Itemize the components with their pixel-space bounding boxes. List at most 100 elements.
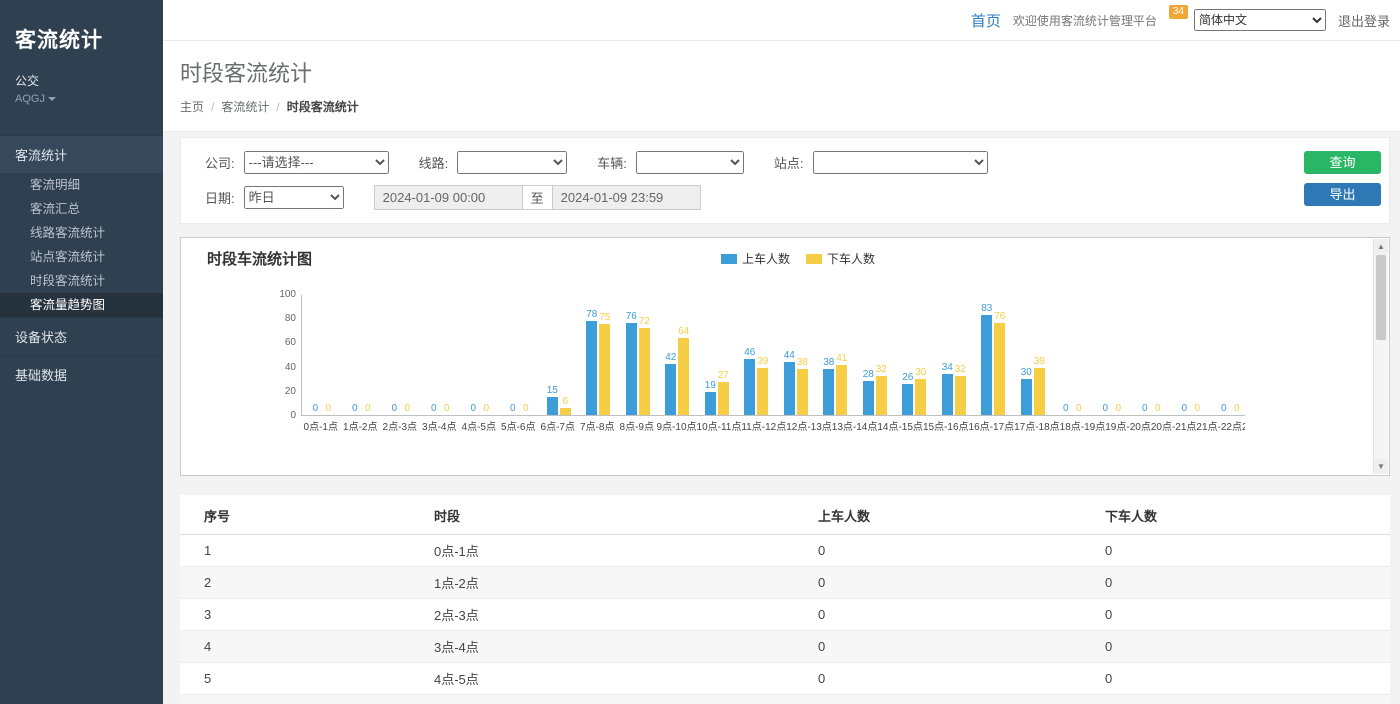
x-axis-label: 1点-2点 — [341, 418, 381, 433]
home-link[interactable]: 首页 — [971, 10, 1001, 31]
bar-value-label: 41 — [836, 353, 847, 364]
y-axis-tick: 20 — [285, 386, 296, 397]
bar-column: 78 — [586, 295, 597, 415]
bar-column: 76 — [626, 295, 637, 415]
content-area: 公司: ---请选择--- 线路: 车辆: 站点: 日期: 昨日 至 — [163, 132, 1400, 704]
y-axis-tick: 60 — [285, 337, 296, 348]
date-end-input[interactable] — [552, 185, 701, 210]
bar-group: 3432 — [934, 295, 974, 415]
table-cell: 0 — [794, 599, 1081, 631]
topbar: 首页 欢迎使用客流统计管理平台 34 简体中文 退出登录 — [163, 0, 1400, 41]
language-select[interactable]: 简体中文 — [1194, 9, 1326, 31]
bar-value-label: 15 — [547, 385, 558, 396]
notification-badge[interactable]: 34 — [1169, 5, 1188, 19]
bar-group: 00 — [460, 295, 500, 415]
sidebar-section-2[interactable]: 基础数据 — [0, 355, 163, 393]
scroll-up-arrow[interactable]: ▲ — [1374, 239, 1388, 254]
bar — [626, 323, 637, 415]
bar-column: 72 — [639, 295, 650, 415]
bar-value-label: 0 — [312, 403, 318, 414]
x-axis-label: 14点-15点 — [877, 418, 923, 433]
page-title: 时段客流统计 — [180, 56, 1400, 88]
query-button[interactable]: 查询 — [1304, 151, 1381, 174]
company-select[interactable]: ---请选择--- — [244, 151, 389, 174]
bar-column: 0 — [1060, 295, 1071, 415]
table-cell: 3点-4点 — [410, 631, 794, 663]
date-label: 日期: — [205, 188, 235, 207]
sidebar-item[interactable]: 客流明细 — [0, 173, 163, 197]
bar — [705, 392, 716, 415]
table-header-row: 序号时段上车人数下车人数 — [180, 495, 1390, 535]
date-to-label: 至 — [522, 185, 553, 210]
legend-swatch — [806, 254, 822, 264]
station-label: 站点: — [774, 153, 804, 172]
date-preset-select[interactable]: 昨日 — [244, 186, 344, 209]
table-cell: 1 — [180, 535, 410, 567]
breadcrumb-home[interactable]: 主页 — [180, 98, 204, 115]
scroll-down-arrow[interactable]: ▼ — [1374, 459, 1388, 474]
bar-value-label: 0 — [1234, 403, 1240, 414]
table-cell: 2点-3点 — [410, 599, 794, 631]
bar-value-label: 27 — [718, 370, 729, 381]
bar — [1034, 368, 1045, 415]
legend-item[interactable]: 下车人数 — [806, 250, 875, 267]
bar-group: 4264 — [658, 295, 698, 415]
bar-group: 00 — [500, 295, 540, 415]
vehicle-select[interactable] — [636, 151, 744, 174]
logout-link[interactable]: 退出登录 — [1338, 11, 1390, 30]
bar-value-label: 28 — [863, 369, 874, 380]
sidebar-item[interactable]: 客流汇总 — [0, 197, 163, 221]
bar-column: 0 — [441, 295, 452, 415]
bar-group: 3039 — [1013, 295, 1053, 415]
x-axis-label: 11点-12点 — [741, 418, 786, 433]
line-label: 线路: — [419, 153, 449, 172]
export-button[interactable]: 导出 — [1304, 183, 1381, 206]
bar-value-label: 78 — [586, 309, 597, 320]
legend-item[interactable]: 上车人数 — [721, 250, 790, 267]
table-cell: 0 — [1081, 695, 1390, 704]
bar-column: 32 — [955, 295, 966, 415]
bar-value-label: 0 — [1063, 403, 1069, 414]
bar-column: 0 — [1179, 295, 1190, 415]
bar-column: 38 — [797, 295, 808, 415]
x-axis-labels: 0点-1点1点-2点2点-3点3点-4点4点-5点5点-6点6点-7点7点-8点… — [301, 418, 1245, 433]
sidebar-item[interactable]: 时段客流统计 — [0, 269, 163, 293]
bar — [1021, 379, 1032, 415]
bar — [915, 379, 926, 415]
date-start-input[interactable] — [374, 185, 523, 210]
sidebar-section-0[interactable]: 客流统计 — [0, 135, 163, 173]
app-title: 客流统计 — [0, 0, 163, 54]
sidebar-item[interactable]: 站点客流统计 — [0, 245, 163, 269]
station-select[interactable] — [813, 151, 988, 174]
breadcrumb-section[interactable]: 客流统计 — [221, 98, 269, 115]
bar-value-label: 32 — [955, 364, 966, 375]
chart-scrollbar[interactable]: ▲ ▼ — [1373, 239, 1388, 474]
bar-value-label: 6 — [562, 396, 568, 407]
bar — [994, 323, 1005, 415]
bar — [823, 369, 834, 415]
sidebar-item[interactable]: 客流量趋势图 — [0, 293, 163, 317]
bar-value-label: 0 — [391, 403, 397, 414]
chart-legend: 上车人数下车人数 — [721, 250, 875, 267]
chart-body: 020406080100 000000000000156787576724264… — [267, 295, 1369, 433]
scrollbar-thumb[interactable] — [1376, 255, 1386, 340]
bar — [599, 324, 610, 415]
bar-column: 0 — [428, 295, 439, 415]
user-dropdown[interactable]: AQGJ — [15, 93, 163, 105]
line-select[interactable] — [457, 151, 567, 174]
table-row: 32点-3点00 — [180, 599, 1390, 631]
table-header-cell: 上车人数 — [794, 495, 1081, 535]
bar — [560, 408, 571, 415]
bar-column: 44 — [784, 295, 795, 415]
y-axis-tick: 80 — [285, 313, 296, 324]
main-area: 首页 欢迎使用客流统计管理平台 34 简体中文 退出登录 时段客流统计 主页 /… — [163, 0, 1400, 704]
welcome-text: 欢迎使用客流统计管理平台 — [1013, 12, 1157, 29]
bar-value-label: 19 — [705, 380, 716, 391]
x-axis-label: 12点-13点 — [786, 418, 832, 433]
bar-group: 00 — [302, 295, 342, 415]
bar-group: 8376 — [974, 295, 1014, 415]
sidebar-section-1[interactable]: 设备状态 — [0, 317, 163, 355]
bar-column: 6 — [560, 295, 571, 415]
bar-group: 00 — [1092, 295, 1132, 415]
sidebar-item[interactable]: 线路客流统计 — [0, 221, 163, 245]
